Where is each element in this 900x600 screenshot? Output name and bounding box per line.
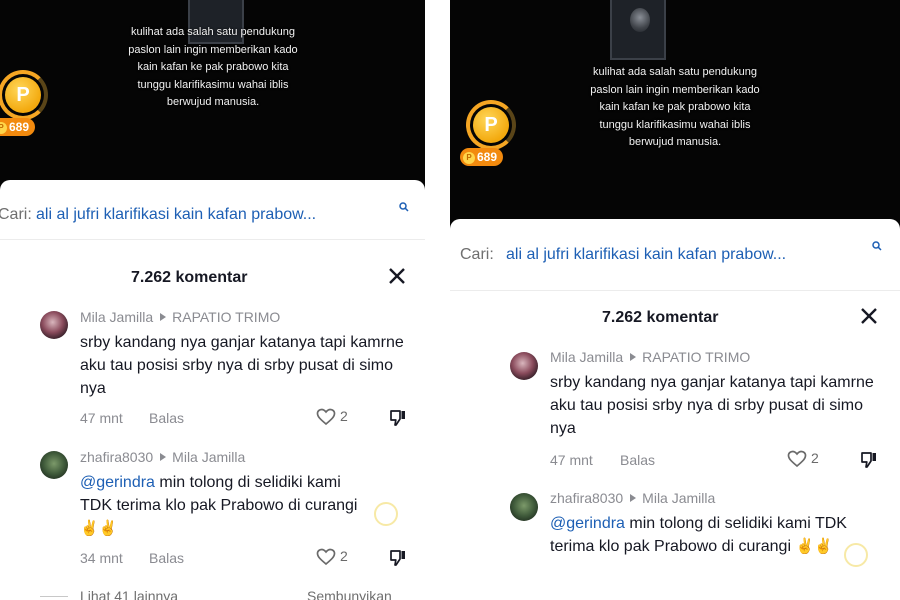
comment-reply-to[interactable]: RAPATIO TRIMO — [172, 309, 280, 325]
comments-sheet: Cari: ali al jufri klarifikasi kain kafa… — [450, 219, 900, 600]
comment-author[interactable]: zhafira8030 — [80, 449, 153, 465]
comment-author[interactable]: zhafira8030 — [550, 490, 623, 506]
divider-line — [40, 596, 68, 597]
search-icon[interactable] — [399, 202, 409, 212]
search-icon[interactable] — [872, 241, 882, 251]
comment-author[interactable]: Mila Jamilla — [550, 349, 623, 365]
video-window — [610, 0, 666, 60]
search-suggestion[interactable]: Cari: ali al jufri klarifikasi kain kafa… — [450, 219, 900, 291]
dislike-icon[interactable] — [388, 548, 408, 568]
mention-link[interactable]: @gerindra — [80, 474, 155, 491]
reply-button[interactable]: Balas — [149, 410, 184, 426]
video-player[interactable]: kulihat ada salah satu pendukung paslon … — [450, 0, 900, 230]
avatar[interactable] — [510, 352, 538, 380]
video-caption: kulihat ada salah satu pendukung paslon … — [590, 66, 760, 148]
reply-arrow-icon — [630, 353, 637, 361]
search-prefix: Cari: — [460, 246, 494, 263]
reply-arrow-icon — [630, 494, 637, 502]
comment-text: @gerindra min tolong di selidiki kami TD… — [80, 471, 370, 540]
view-more-label: Lihat 41 lainnya — [80, 588, 179, 600]
comment-text: srby kandang nya ganjar katanya tapi kam… — [550, 374, 874, 437]
avatar[interactable] — [510, 493, 538, 521]
like-count: 2 — [340, 548, 348, 564]
victory-hand-emoji: ✌✌ — [795, 538, 833, 555]
coin-count-badge: P 689 — [0, 118, 36, 136]
comment-reply-to[interactable]: RAPATIO TRIMO — [642, 349, 750, 365]
comment-time: 34 mnt — [80, 550, 123, 566]
coin-reward-widget[interactable]: P P 689 — [0, 70, 54, 140]
coin-reward-widget[interactable]: P P 689 — [460, 100, 522, 170]
close-icon[interactable] — [858, 305, 880, 327]
heart-icon — [316, 408, 336, 426]
reply-arrow-icon — [160, 313, 167, 321]
comment-reply-to[interactable]: Mila Jamilla — [172, 449, 245, 465]
like-button[interactable]: 2 — [316, 548, 348, 566]
search-suggestion[interactable]: Cari: ali al jufri klarifikasi kain kafa… — [0, 180, 425, 240]
comment-author[interactable]: Mila Jamilla — [80, 309, 153, 325]
video-caption: kulihat ada salah satu pendukung paslon … — [128, 26, 298, 108]
floating-reaction-icon — [844, 543, 868, 567]
avatar[interactable] — [40, 451, 68, 479]
screenshot-left: kulihat ada salah satu pendukung paslon … — [0, 0, 425, 600]
close-icon[interactable] — [386, 265, 408, 287]
heart-icon — [787, 450, 807, 468]
search-prefix: Cari: — [0, 206, 32, 223]
like-button[interactable]: 2 — [787, 450, 819, 468]
reply-button[interactable]: Balas — [620, 452, 655, 468]
hide-replies-button[interactable]: Sembunyikan — [307, 588, 392, 600]
video-player[interactable]: kulihat ada salah satu pendukung paslon … — [0, 0, 425, 190]
coin-count: 689 — [477, 150, 498, 164]
reply-button[interactable]: Balas — [149, 550, 184, 566]
dislike-icon[interactable] — [388, 408, 408, 428]
heart-icon — [316, 548, 336, 566]
figure-in-window — [630, 8, 650, 32]
reply-arrow-icon — [160, 453, 167, 461]
search-query-link[interactable]: ali al jufri klarifikasi kain kafan prab… — [506, 246, 786, 264]
like-button[interactable]: 2 — [316, 408, 348, 426]
comment-meta: Mila Jamilla RAPATIO TRIMO — [80, 309, 280, 325]
floating-reaction-icon — [374, 502, 398, 526]
comment-time: 47 mnt — [80, 410, 123, 426]
like-count: 2 — [340, 408, 348, 424]
dislike-icon[interactable] — [859, 450, 879, 470]
comment-text: @gerindra min tolong di selidiki kami TD… — [550, 512, 880, 558]
coin-count-badge: P 689 — [460, 148, 504, 166]
screenshot-right: kulihat ada salah satu pendukung paslon … — [450, 0, 900, 600]
coin-icon: P — [473, 107, 509, 143]
view-more-replies[interactable]: Lihat 41 lainnya — [40, 588, 178, 600]
comment-reply-to[interactable]: Mila Jamilla — [642, 490, 715, 506]
victory-hand-emoji: ✌✌ — [80, 520, 118, 537]
mention-link[interactable]: @gerindra — [550, 515, 625, 532]
comment-meta: zhafira8030 Mila Jamilla — [550, 490, 715, 506]
comment-meta: zhafira8030 Mila Jamilla — [80, 449, 245, 465]
comment-count-title: 7.262 komentar — [131, 269, 248, 286]
coin-count: 689 — [9, 120, 30, 134]
comment-time: 47 mnt — [550, 452, 593, 468]
comment-text: srby kandang nya ganjar katanya tapi kam… — [80, 334, 404, 397]
comment-count-title: 7.262 komentar — [602, 309, 719, 326]
search-query-link[interactable]: ali al jufri klarifikasi kain kafan prab… — [36, 206, 316, 224]
like-count: 2 — [811, 450, 819, 466]
comments-sheet: Cari: ali al jufri klarifikasi kain kafa… — [0, 180, 425, 600]
coin-icon: P — [5, 77, 41, 113]
points-icon: P — [0, 122, 7, 134]
avatar[interactable] — [40, 311, 68, 339]
points-icon: P — [463, 152, 475, 164]
comment-meta: Mila Jamilla RAPATIO TRIMO — [550, 349, 750, 365]
